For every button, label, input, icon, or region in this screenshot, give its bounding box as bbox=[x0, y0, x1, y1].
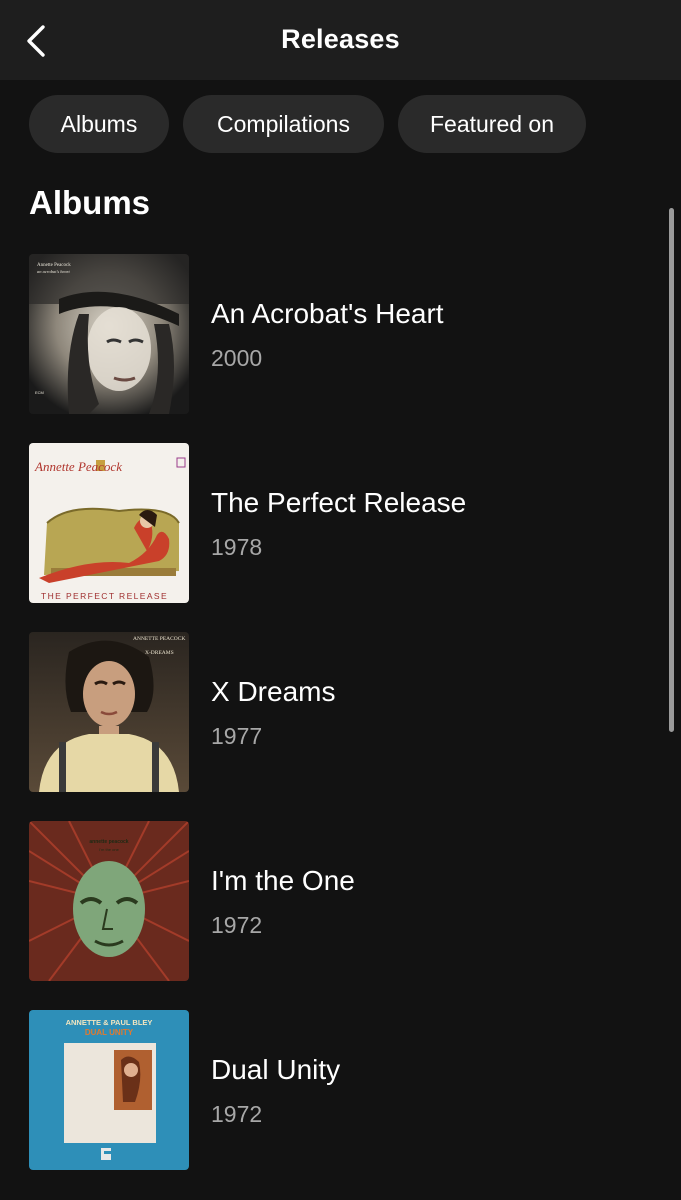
album-row-dual-unity[interactable]: ANNETTE & PAUL BLEY DUAL UNITY Dual Unit… bbox=[0, 1010, 660, 1170]
album-row-an-acrobats-heart[interactable]: Annette Peacock an acrobat's heart ECM A… bbox=[0, 254, 660, 414]
album-title: Dual Unity bbox=[211, 1054, 341, 1085]
album-year: 1972 bbox=[211, 1101, 263, 1127]
scrollbar[interactable] bbox=[669, 208, 674, 732]
cover-text: annette peacock bbox=[89, 839, 128, 845]
cover-text: X-DREAMS bbox=[145, 650, 174, 656]
filter-chip-compilations[interactable]: Compilations bbox=[183, 95, 384, 153]
album-title: The Perfect Release bbox=[211, 487, 467, 518]
cover-text: ANNETTE PEACOCK bbox=[133, 636, 185, 642]
cover-text: ECM bbox=[35, 390, 44, 395]
cover-text: Annette Peacock bbox=[34, 459, 122, 474]
album-year: 1977 bbox=[211, 723, 263, 749]
filter-chip-albums[interactable]: Albums bbox=[29, 95, 169, 153]
cover-text: an acrobat's heart bbox=[37, 269, 71, 274]
cover-text: Annette Peacock bbox=[37, 263, 71, 268]
album-cover: ANNETTE & PAUL BLEY DUAL UNITY bbox=[29, 1010, 189, 1170]
section-title: Albums bbox=[29, 184, 151, 221]
album-title: An Acrobat's Heart bbox=[211, 298, 444, 329]
cover-text: THE PERFECT RELEASE bbox=[41, 591, 168, 601]
cover-text: ANNETTE & PAUL BLEY bbox=[66, 1018, 153, 1027]
cover-text: DUAL UNITY bbox=[85, 1028, 134, 1037]
album-cover: ANNETTE PEACOCK X-DREAMS bbox=[29, 632, 189, 792]
album-title: I'm the One bbox=[211, 865, 355, 896]
album-year: 1972 bbox=[211, 912, 263, 938]
album-year: 2000 bbox=[211, 345, 263, 371]
page-title: Releases bbox=[281, 24, 400, 54]
album-row-im-the-one[interactable]: annette peacock I'm the one I'm the One … bbox=[0, 821, 660, 981]
top-bar: Releases bbox=[0, 0, 681, 80]
cover-text: I'm the one bbox=[99, 847, 119, 852]
album-row-the-perfect-release[interactable]: Annette Peacock THE PERFECT RELEASE The … bbox=[0, 443, 660, 603]
filter-chip-featured-on[interactable]: Featured on bbox=[398, 95, 586, 153]
album-row-x-dreams[interactable]: ANNETTE PEACOCK X-DREAMS X Dreams 1977 bbox=[0, 632, 660, 792]
album-year: 1978 bbox=[211, 534, 263, 560]
album-cover: Annette Peacock THE PERFECT RELEASE bbox=[29, 443, 189, 603]
album-cover: Annette Peacock an acrobat's heart ECM bbox=[29, 254, 189, 414]
album-title: X Dreams bbox=[211, 676, 336, 707]
album-cover: annette peacock I'm the one bbox=[29, 821, 189, 981]
